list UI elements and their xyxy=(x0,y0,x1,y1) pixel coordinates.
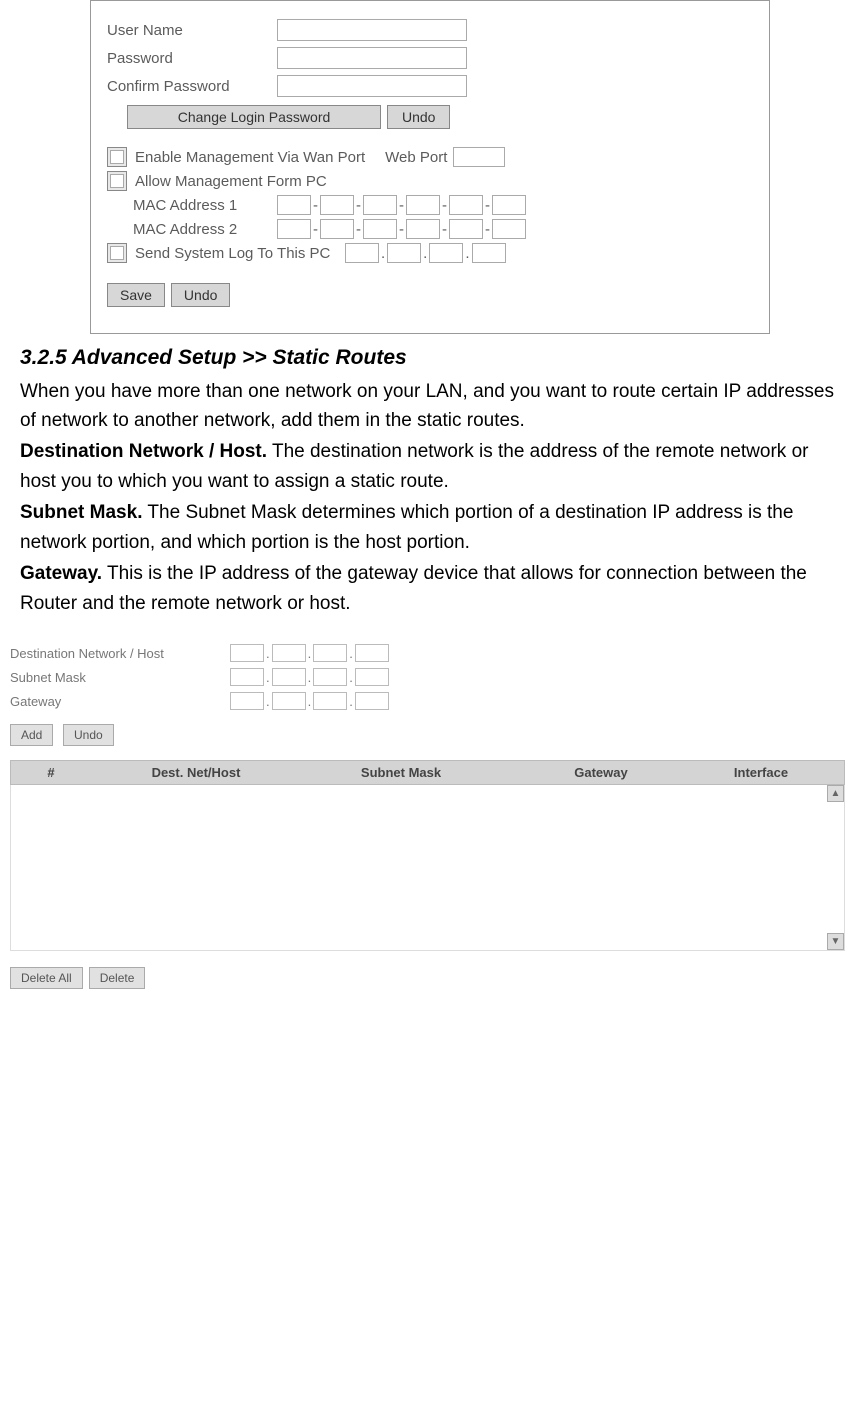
add-button[interactable]: Add xyxy=(10,724,53,746)
delete-all-button[interactable]: Delete All xyxy=(10,967,83,989)
scroll-up-icon[interactable]: ▲ xyxy=(827,785,844,802)
dest-network-label: Destination Network / Host xyxy=(10,646,230,661)
static-routes-panel: Destination Network / Host . . . Subnet … xyxy=(10,644,845,989)
col-mask: Subnet Mask xyxy=(301,765,501,780)
mask-bold: Subnet Mask. xyxy=(20,502,142,523)
subnet-mask-label: Subnet Mask xyxy=(10,670,230,685)
web-port-label: Web Port xyxy=(385,149,447,166)
gw-ip4[interactable] xyxy=(355,692,389,710)
dest-ip4[interactable] xyxy=(355,644,389,662)
col-gw: Gateway xyxy=(501,765,701,780)
mac1-oct5[interactable] xyxy=(449,195,483,215)
section-heading: 3.2.5 Advanced Setup >> Static Routes xyxy=(20,342,846,375)
mac2-label: MAC Address 2 xyxy=(133,221,277,238)
mac1-label: MAC Address 1 xyxy=(133,197,277,214)
documentation-text: 3.2.5 Advanced Setup >> Static Routes Wh… xyxy=(20,342,846,618)
enable-mgmt-wan-label: Enable Management Via Wan Port xyxy=(135,149,365,166)
mac2-oct1[interactable] xyxy=(277,219,311,239)
scroll-down-icon[interactable]: ▼ xyxy=(827,933,844,950)
dest-ip1[interactable] xyxy=(230,644,264,662)
mac2-oct5[interactable] xyxy=(449,219,483,239)
col-dest: Dest. Net/Host xyxy=(91,765,301,780)
undo-button-top[interactable]: Undo xyxy=(387,105,450,129)
col-num: # xyxy=(11,765,91,780)
delete-button[interactable]: Delete xyxy=(89,967,146,989)
routes-table-body: ▲ ▼ xyxy=(10,785,845,951)
mac2-oct4[interactable] xyxy=(406,219,440,239)
allow-mgmt-pc-label: Allow Management Form PC xyxy=(135,173,327,190)
mask-ip3[interactable] xyxy=(313,668,347,686)
syslog-ip4[interactable] xyxy=(472,243,506,263)
user-name-label: User Name xyxy=(107,22,277,39)
undo-button-routes[interactable]: Undo xyxy=(63,724,114,746)
undo-button-bottom[interactable]: Undo xyxy=(171,283,230,307)
mac2-oct6[interactable] xyxy=(492,219,526,239)
mac1-oct2[interactable] xyxy=(320,195,354,215)
mask-ip4[interactable] xyxy=(355,668,389,686)
syslog-label: Send System Log To This PC xyxy=(135,245,345,262)
mask-ip1[interactable] xyxy=(230,668,264,686)
confirm-password-label: Confirm Password xyxy=(107,78,277,95)
gw-ip1[interactable] xyxy=(230,692,264,710)
syslog-ip3[interactable] xyxy=(429,243,463,263)
mac2-oct2[interactable] xyxy=(320,219,354,239)
mac2-oct3[interactable] xyxy=(363,219,397,239)
dest-ip2[interactable] xyxy=(272,644,306,662)
mac1-oct4[interactable] xyxy=(406,195,440,215)
save-button[interactable]: Save xyxy=(107,283,165,307)
gw-bold: Gateway. xyxy=(20,563,102,584)
password-input[interactable] xyxy=(277,47,467,69)
mac1-oct6[interactable] xyxy=(492,195,526,215)
web-port-input[interactable] xyxy=(453,147,505,167)
dest-ip3[interactable] xyxy=(313,644,347,662)
mask-ip2[interactable] xyxy=(272,668,306,686)
syslog-ip2[interactable] xyxy=(387,243,421,263)
col-if: Interface xyxy=(701,765,821,780)
intro-text: When you have more than one network on y… xyxy=(20,377,846,436)
mac1-oct1[interactable] xyxy=(277,195,311,215)
password-management-panel: User Name Password Confirm Password Chan… xyxy=(90,0,770,334)
syslog-checkbox[interactable] xyxy=(107,243,127,263)
mac1-oct3[interactable] xyxy=(363,195,397,215)
password-label: Password xyxy=(107,50,277,67)
enable-mgmt-wan-checkbox[interactable] xyxy=(107,147,127,167)
gw-ip2[interactable] xyxy=(272,692,306,710)
user-name-input[interactable] xyxy=(277,19,467,41)
gw-text: This is the IP address of the gateway de… xyxy=(20,563,807,613)
dest-bold: Destination Network / Host. xyxy=(20,441,267,462)
routes-table-header: # Dest. Net/Host Subnet Mask Gateway Int… xyxy=(10,760,845,785)
allow-mgmt-pc-checkbox[interactable] xyxy=(107,171,127,191)
gw-ip3[interactable] xyxy=(313,692,347,710)
change-login-password-button[interactable]: Change Login Password xyxy=(127,105,381,129)
confirm-password-input[interactable] xyxy=(277,75,467,97)
syslog-ip1[interactable] xyxy=(345,243,379,263)
gateway-label: Gateway xyxy=(10,694,230,709)
